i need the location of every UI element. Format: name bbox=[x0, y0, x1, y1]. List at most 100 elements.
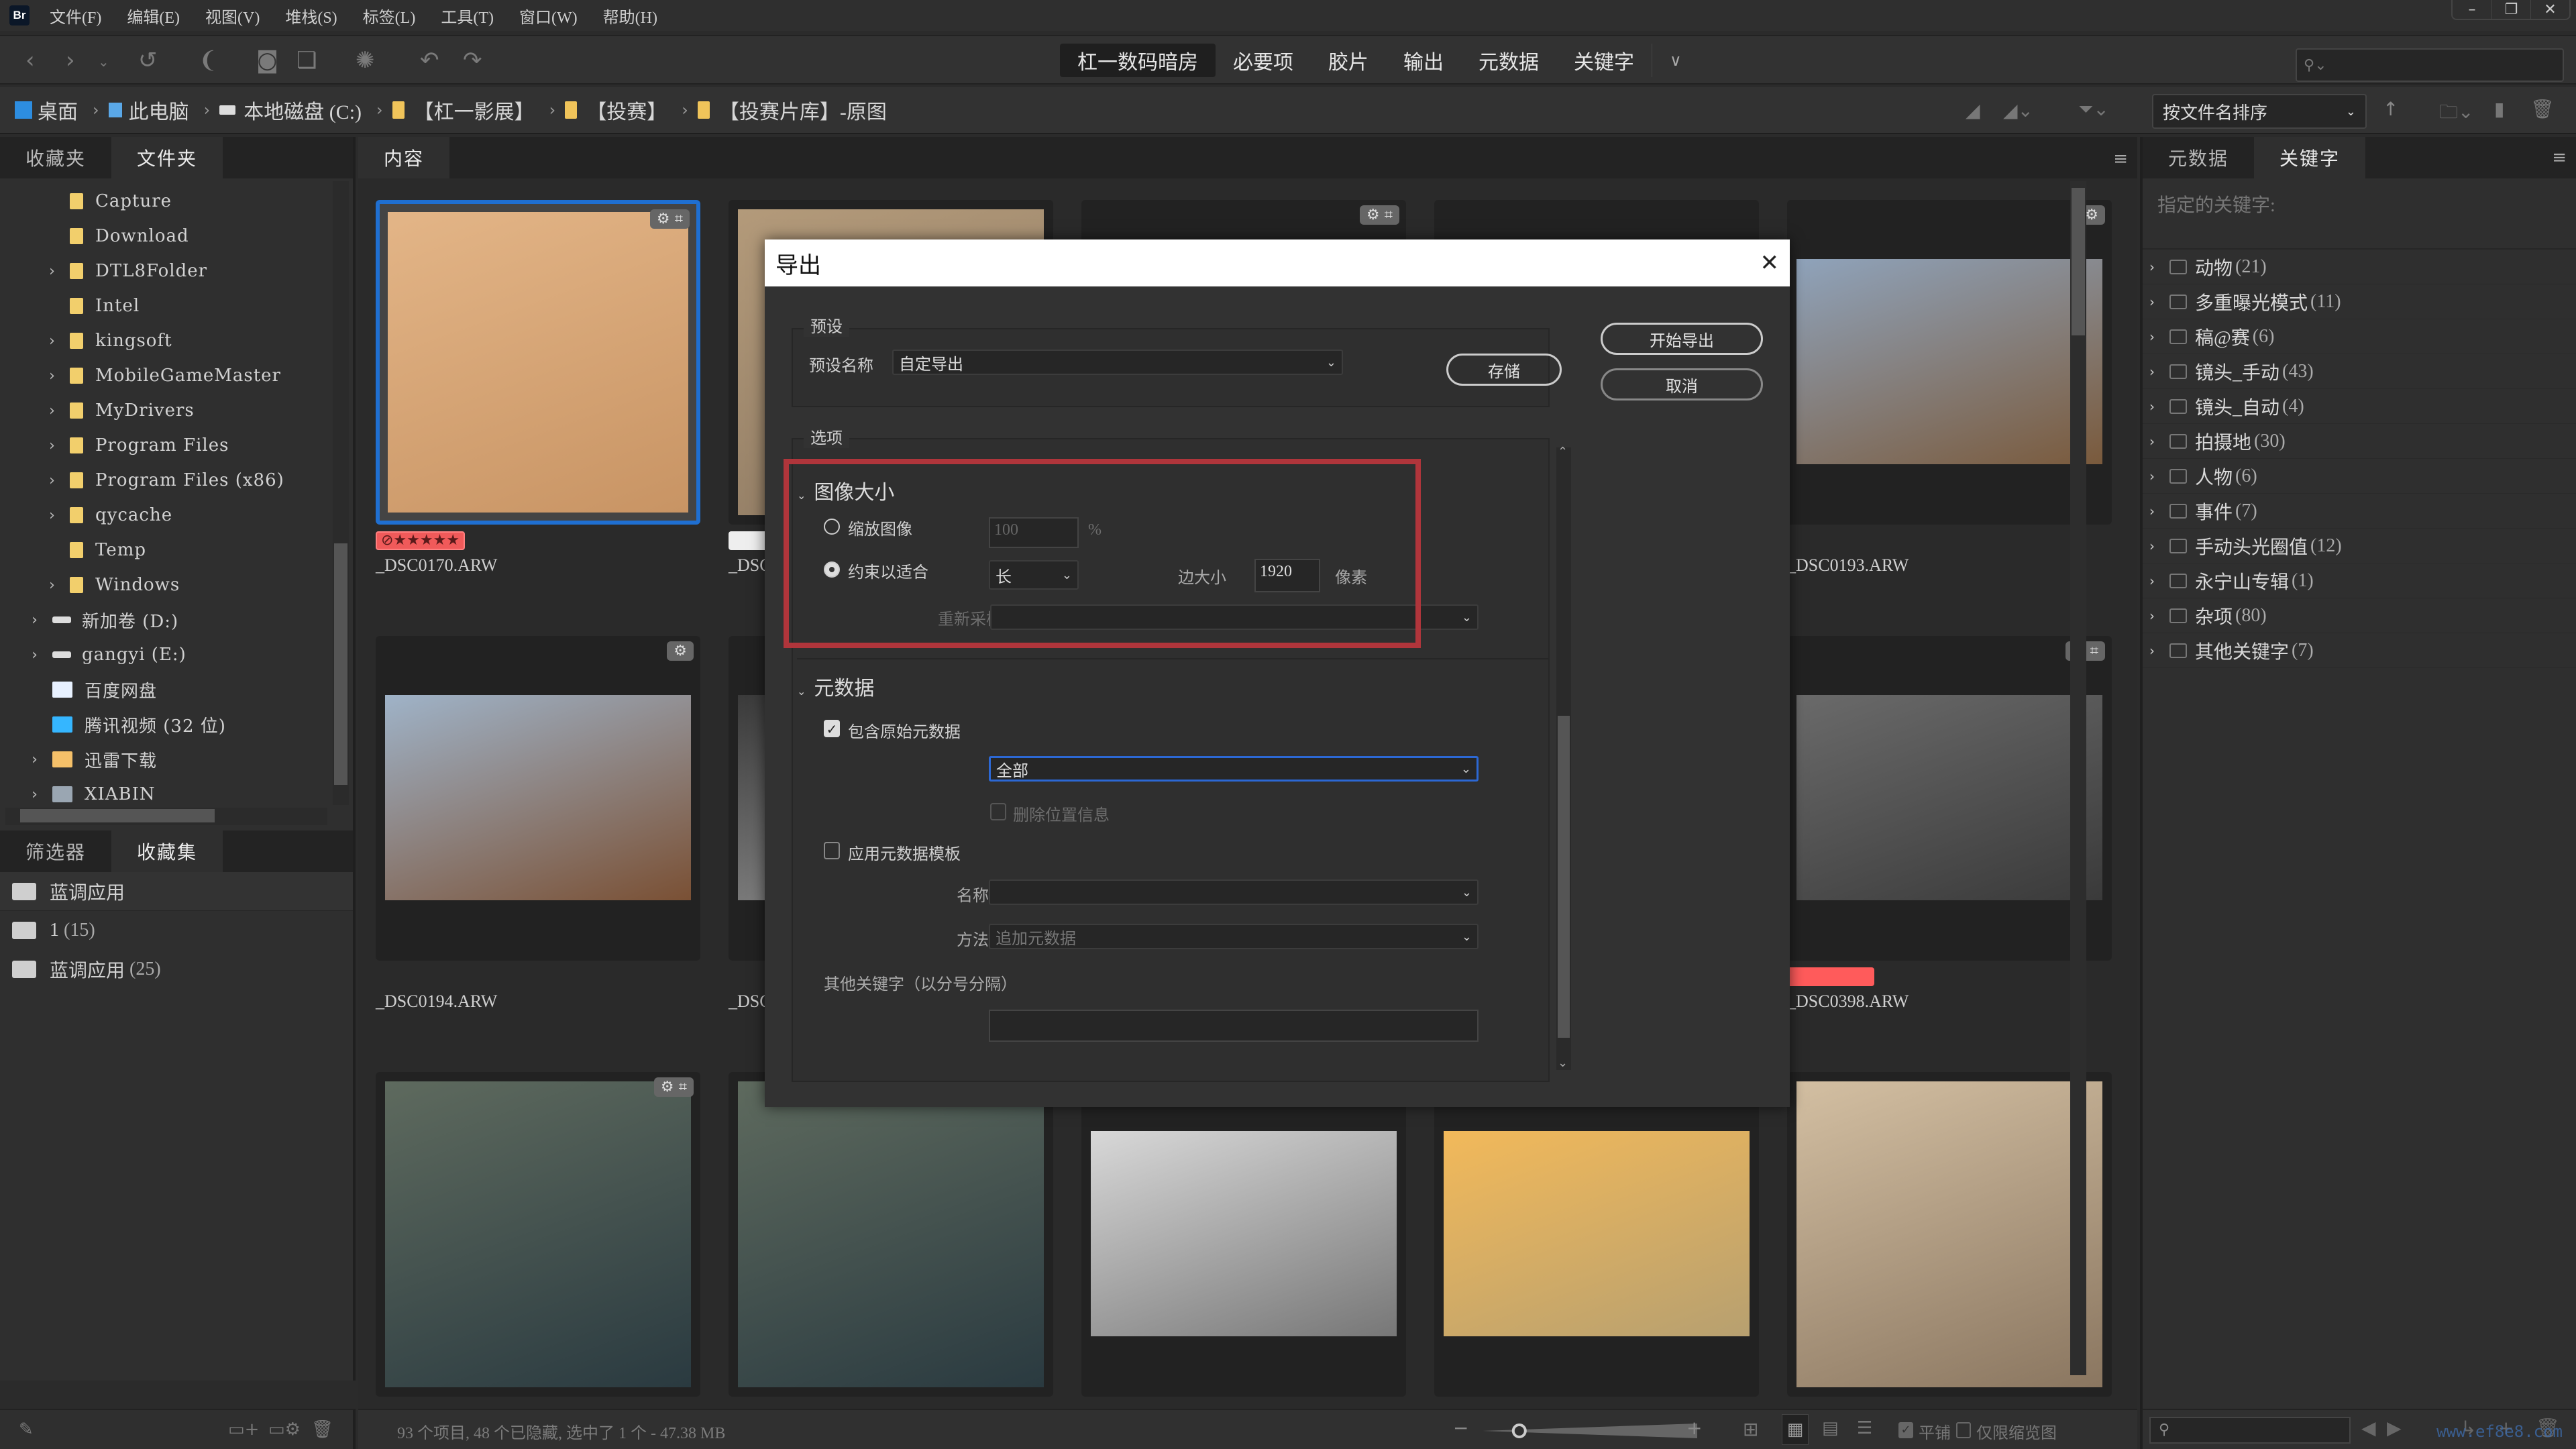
folder-tree-item[interactable]: 百度网盘 bbox=[0, 672, 353, 707]
tab-metadata[interactable]: 元数据 bbox=[2143, 137, 2254, 178]
folder-tree-item[interactable]: › MobileGameMaster bbox=[0, 358, 353, 393]
expand-chevron-icon[interactable]: › bbox=[2149, 364, 2169, 380]
delete-collection-icon[interactable]: 🗑 bbox=[311, 1419, 333, 1440]
camera-import-icon[interactable]: ◙ bbox=[256, 47, 278, 74]
thumbnails-only-checkbox[interactable] bbox=[1956, 1422, 1971, 1438]
breadcrumb-item[interactable]: 桌面 bbox=[15, 95, 78, 125]
keyword-row[interactable]: › 其他关键字 (7) bbox=[2143, 633, 2576, 668]
keyword-checkbox[interactable] bbox=[2169, 259, 2187, 274]
folder-tree-item[interactable]: 腾讯视频 (32 位) bbox=[0, 707, 353, 742]
thumbnail-card[interactable] bbox=[1081, 1072, 1406, 1397]
expand-chevron-icon[interactable]: › bbox=[2149, 573, 2169, 589]
thumbnail-card[interactable] bbox=[729, 1072, 1053, 1397]
metadata-section-header[interactable]: ⌄ 元数据 bbox=[797, 672, 874, 701]
recent-folder-icon[interactable]: 🗀⌄ bbox=[2439, 98, 2473, 130]
folder-tree-hscrollbar[interactable] bbox=[5, 808, 327, 825]
back-icon[interactable]: ‹ bbox=[25, 47, 35, 74]
boomerang-icon[interactable]: ❨ bbox=[199, 47, 218, 74]
menu-tools[interactable]: 工具(T) bbox=[441, 4, 494, 28]
menu-edit[interactable]: 编辑(E) bbox=[127, 4, 180, 28]
slider-handle[interactable] bbox=[1511, 1424, 1527, 1438]
recent-history-icon[interactable]: ↺ bbox=[138, 47, 158, 74]
view-thumbnails-button[interactable]: ▦ bbox=[1782, 1414, 1809, 1445]
workspace-tab-keywords[interactable]: 关键字 bbox=[1556, 44, 1652, 77]
menu-help[interactable]: 帮助(H) bbox=[603, 4, 657, 28]
keyword-row[interactable]: › 杂项 (80) bbox=[2143, 598, 2576, 633]
next-icon[interactable]: ▶ bbox=[2387, 1417, 2402, 1439]
copy-stack-icon[interactable]: ❏ bbox=[297, 47, 317, 74]
scroll-up-icon[interactable]: ⌃ bbox=[1558, 445, 1568, 459]
keyword-row[interactable]: › 事件 (7) bbox=[2143, 494, 2576, 529]
remove-location-checkbox[interactable] bbox=[990, 803, 1006, 820]
thumbnail-size-slider[interactable] bbox=[1456, 1422, 1704, 1440]
keyword-checkbox[interactable] bbox=[2169, 643, 2187, 658]
folder-tree-item[interactable]: › gangyi (E:) bbox=[0, 637, 353, 672]
include-original-metadata-checkbox[interactable]: ✓ bbox=[824, 720, 840, 737]
panel-menu-icon[interactable]: ≡ bbox=[2552, 148, 2567, 168]
scrollbar-thumb[interactable] bbox=[2072, 188, 2085, 335]
keyword-row[interactable]: › 永宁山专辑 (1) bbox=[2143, 564, 2576, 598]
folder-tree-item[interactable]: Intel bbox=[0, 288, 353, 323]
breadcrumb-item[interactable]: › 【杠一影展】 bbox=[367, 95, 535, 125]
template-name-select[interactable]: ⌄ bbox=[989, 879, 1479, 905]
expand-chevron-icon[interactable]: › bbox=[27, 647, 43, 663]
trash-icon[interactable]: 🗑 bbox=[2530, 98, 2555, 120]
tab-favorites[interactable]: 收藏夹 bbox=[0, 137, 111, 178]
quality-icon[interactable]: ◢ bbox=[1966, 99, 1980, 121]
folder-tree-item[interactable]: › MyDrivers bbox=[0, 393, 353, 428]
breadcrumb-item[interactable]: › 【投赛】 bbox=[540, 95, 667, 125]
folder-tree-item[interactable]: › kingsoft bbox=[0, 323, 353, 358]
folder-tree-item[interactable]: › XIABIN bbox=[0, 777, 353, 812]
expand-chevron-icon[interactable]: › bbox=[44, 368, 60, 384]
panel-menu-icon[interactable]: ≡ bbox=[2113, 149, 2128, 169]
folder-tree-item[interactable]: › qycache bbox=[0, 498, 353, 533]
keyword-row[interactable]: › 镜头_自动 (4) bbox=[2143, 389, 2576, 424]
workspace-more-button[interactable]: ∨ bbox=[1652, 44, 1699, 77]
thumbnail-card[interactable]: ⚙ ⌗ bbox=[376, 200, 700, 525]
workspace-tab-filmstrip[interactable]: 胶片 bbox=[1311, 44, 1386, 77]
thumbnail-card[interactable]: ⚙ ⌗ bbox=[376, 1072, 700, 1397]
breadcrumb-item[interactable]: › 本地磁盘 (C:) bbox=[195, 95, 362, 125]
expand-chevron-icon[interactable]: › bbox=[2149, 294, 2169, 310]
folder-tree-item[interactable]: Temp bbox=[0, 533, 353, 568]
menu-stack[interactable]: 堆栈(S) bbox=[285, 4, 337, 28]
save-preset-button[interactable]: 存储 bbox=[1446, 354, 1562, 386]
scrollbar-thumb[interactable] bbox=[334, 543, 347, 785]
menu-label[interactable]: 标签(L) bbox=[363, 4, 416, 28]
chevron-down-icon[interactable]: ⌄ bbox=[98, 54, 109, 70]
rotate-left-icon[interactable]: ↶ bbox=[420, 47, 439, 74]
menu-view[interactable]: 视图(V) bbox=[205, 4, 260, 28]
rating-stars[interactable]: ⊘★★★★★ bbox=[376, 531, 466, 550]
workspace-tab-metadata[interactable]: 元数据 bbox=[1461, 44, 1556, 77]
restore-button[interactable]: ❐ bbox=[2491, 0, 2530, 19]
folder-tree-item[interactable]: › Program Files (x86) bbox=[0, 463, 353, 498]
breadcrumb-item[interactable]: › 此电脑 bbox=[83, 95, 189, 125]
expand-chevron-icon[interactable]: › bbox=[44, 333, 60, 350]
refine-icon[interactable]: ✺ bbox=[356, 47, 375, 74]
keyword-checkbox[interactable] bbox=[2169, 468, 2187, 484]
view-details-button[interactable]: ▤ bbox=[1822, 1418, 1839, 1438]
collection-item[interactable]: 1 (15) bbox=[0, 911, 353, 950]
keyword-checkbox[interactable] bbox=[2169, 573, 2187, 588]
tile-checkbox[interactable]: ✓ bbox=[1898, 1422, 1913, 1438]
workspace-tab-essentials[interactable]: 必要项 bbox=[1216, 44, 1311, 77]
thumbnail-card[interactable] bbox=[1787, 1072, 2112, 1397]
expand-chevron-icon[interactable]: › bbox=[2149, 608, 2169, 624]
keyword-row[interactable]: › 稿@赛 (6) bbox=[2143, 319, 2576, 354]
keyword-checkbox[interactable] bbox=[2169, 294, 2187, 309]
expand-chevron-icon[interactable]: › bbox=[44, 437, 60, 454]
other-keywords-input[interactable] bbox=[989, 1010, 1479, 1042]
expand-chevron-icon[interactable]: › bbox=[44, 263, 60, 280]
keyword-checkbox[interactable] bbox=[2169, 364, 2187, 379]
keyword-checkbox[interactable] bbox=[2169, 433, 2187, 449]
tab-folders[interactable]: 文件夹 bbox=[111, 137, 223, 178]
apply-template-checkbox[interactable] bbox=[824, 842, 840, 859]
quality-menu-icon[interactable]: ◢⌄ bbox=[2003, 99, 2033, 121]
keyword-row[interactable]: › 多重曝光模式 (11) bbox=[2143, 284, 2576, 319]
folder-tree-item[interactable]: Download bbox=[0, 219, 353, 254]
previous-icon[interactable]: ◀ bbox=[2361, 1417, 2376, 1439]
close-window-button[interactable]: ✕ bbox=[2530, 0, 2569, 19]
folder-tree-scrollbar[interactable] bbox=[333, 181, 349, 805]
tab-content[interactable]: 内容 bbox=[358, 137, 450, 178]
keyword-checkbox[interactable] bbox=[2169, 503, 2187, 519]
